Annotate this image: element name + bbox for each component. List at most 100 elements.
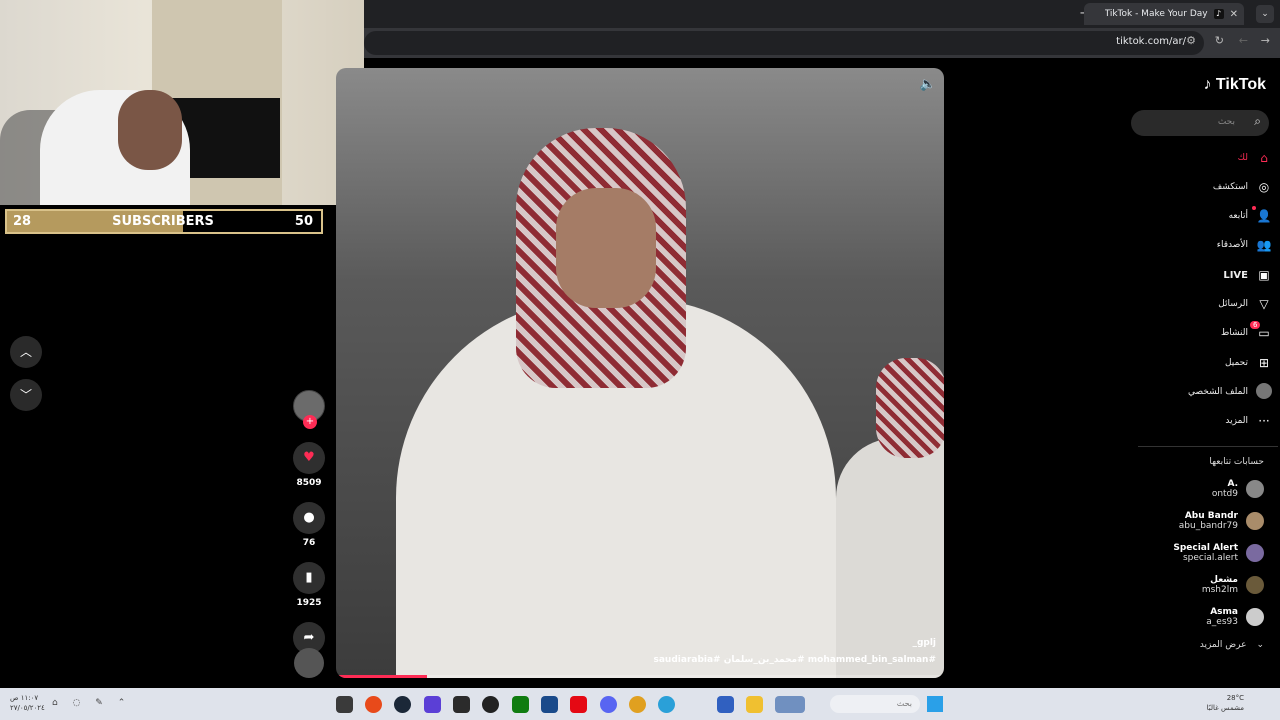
close-tab-icon[interactable]: ✕ (1230, 9, 1238, 20)
url-text[interactable]: tiktok.com/ar/ (1116, 36, 1186, 47)
followed-account[interactable]: مشعل msh2lm (1130, 571, 1280, 599)
sidebar-item-foryou[interactable]: لك ⌂ (1130, 146, 1280, 170)
terminal-icon[interactable] (453, 696, 470, 713)
webcam-person-head (118, 90, 182, 170)
taskbar-clock[interactable]: ١١:٠٧ ص ٢٧/٠٥/٢٠٢٤ (10, 693, 45, 713)
file-explorer-icon[interactable] (746, 696, 763, 713)
sidebar-item-messages[interactable]: الرسائل ▽ (1130, 292, 1280, 316)
save-count: 1925 (296, 598, 322, 608)
account-avatar (1246, 544, 1264, 562)
xbox-icon[interactable] (512, 696, 529, 713)
sidebar: ♪ TikTok بحث ⌕ لك ⌂ استكشف ◎ أتابعه 👤 ال… (1130, 68, 1280, 684)
following-icon: 👤 (1252, 206, 1272, 223)
telegram-icon[interactable] (658, 696, 675, 713)
live-icon: ▣ (1258, 268, 1270, 282)
sidebar-item-label: النشاط (1220, 328, 1248, 338)
sidebar-item-label: الملف الشخصي (1188, 387, 1248, 397)
browser-tab[interactable]: ✕ ♪ TikTok - Make Your Day (1084, 3, 1244, 25)
site-settings-icon[interactable]: ⚙ (1186, 34, 1196, 47)
subscriber-current: 28 (13, 214, 32, 229)
tiktok-favicon-icon: ♪ (1213, 9, 1224, 19)
heart-icon: ♥ (303, 450, 315, 465)
sidebar-item-friends[interactable]: الأصدقاء 👥 (1130, 233, 1280, 257)
netflix-icon[interactable] (570, 696, 587, 713)
brave-icon[interactable] (365, 696, 382, 713)
friends-icon: 👥 (1256, 238, 1272, 252)
sidebar-item-following[interactable]: أتابعه 👤 (1130, 204, 1280, 228)
steam-icon[interactable] (394, 696, 411, 713)
app-icon[interactable] (482, 696, 499, 713)
more-icon: ··· (1258, 414, 1270, 428)
taskbar-search[interactable]: بحث (830, 695, 920, 713)
sidebar-item-label: المزيد (1225, 416, 1248, 426)
chrome-icon[interactable] (629, 696, 646, 713)
reload-icon[interactable]: ↻ (1215, 34, 1224, 47)
tab-search-icon[interactable]: ⌄ (1256, 5, 1274, 23)
followed-account[interactable]: A. ontd9 (1130, 475, 1280, 503)
windows-start-icon[interactable] (927, 696, 943, 712)
sidebar-item-label: لك (1237, 153, 1248, 163)
search-input[interactable]: بحث ⌕ (1131, 110, 1269, 136)
account-name: مشعل (1210, 575, 1238, 585)
share-icon: ➦ (303, 630, 315, 645)
followed-account[interactable]: Special Alert special.alert (1130, 539, 1280, 567)
profile-icon (1256, 382, 1272, 402)
following-accounts-title: حسابات تتابعها (1209, 457, 1264, 467)
account-name: Abu Bandr (1184, 511, 1238, 521)
sidebar-item-label: LIVE (1223, 269, 1248, 281)
app-icon[interactable] (424, 696, 441, 713)
next-video-button[interactable]: ﹀ (10, 379, 42, 411)
account-name: Asma (1210, 607, 1238, 617)
sidebar-item-label: الرسائل (1218, 299, 1248, 309)
forward-icon[interactable]: ← (1239, 34, 1248, 47)
see-more-button[interactable]: عرض المزيد ⌄ (1200, 640, 1264, 650)
weather-temp: 28°C (1226, 694, 1244, 702)
account-name: Special Alert (1173, 543, 1238, 553)
browser-tabstrip: + ✕ ♪ TikTok - Make Your Day ⌄ (364, 0, 1280, 28)
taskbar: ١١:٠٧ ص ٢٧/٠٥/٢٠٢٤ ⌂ ◌ ✎ ⌃ بحث 28°C مشمس… (0, 688, 1280, 720)
weather-widget[interactable]: 28°C مشمس غالبًا (1207, 693, 1244, 713)
tiktok-logo[interactable]: ♪ TikTok (1203, 76, 1266, 94)
music-disc-avatar[interactable] (294, 648, 324, 678)
app-icon[interactable] (775, 696, 805, 713)
video-player[interactable]: 🔈 _gplj saudiarabia# محمد_بن_سلمان# moha… (336, 68, 944, 678)
previous-video-button[interactable]: ︿ (10, 336, 42, 368)
video-author[interactable]: _gplj (912, 638, 936, 648)
comment-button[interactable]: ● (293, 502, 325, 534)
discord-icon[interactable] (600, 696, 617, 713)
subscriber-goal-bar: 28 SUBSCRIBERS 50 (5, 209, 323, 234)
followed-account[interactable]: Asma a_es93 (1130, 603, 1280, 631)
sidebar-item-label: أتابعه (1228, 211, 1248, 221)
creator-avatar[interactable]: + (293, 390, 325, 429)
video-progress-bar[interactable] (336, 675, 944, 678)
sidebar-item-label: الأصدقاء (1216, 240, 1248, 250)
address-bar[interactable] (364, 31, 1204, 55)
system-tray[interactable]: ⌂ ◌ ✎ ⌃ (52, 698, 131, 708)
sidebar-item-profile[interactable]: الملف الشخصي (1130, 380, 1280, 404)
subscriber-goal: 50 (294, 214, 313, 229)
notification-dot (1252, 206, 1256, 210)
back-icon[interactable]: → (1261, 34, 1270, 47)
video-hashtags[interactable]: saudiarabia# محمد_بن_سلمان# mohammed_bin… (654, 655, 937, 665)
save-button[interactable]: ▮ (293, 562, 325, 594)
home-icon: ⌂ (1260, 151, 1268, 165)
account-avatar (1246, 608, 1264, 626)
like-button[interactable]: ♥ (293, 442, 325, 474)
sidebar-item-activity[interactable]: النشاط 6 ▭ (1130, 321, 1280, 345)
followed-account[interactable]: Abu Bandr abu_bandr79 (1130, 507, 1280, 535)
clock-time: ١١:٠٧ ص (10, 694, 39, 702)
sidebar-item-upload[interactable]: تحميل ⊞ (1130, 351, 1280, 375)
follow-plus-icon[interactable]: + (303, 415, 317, 429)
app-icon[interactable] (336, 696, 353, 713)
sidebar-item-explore[interactable]: استكشف ◎ (1130, 175, 1280, 199)
volume-icon[interactable]: 🔈 (920, 77, 936, 92)
search-icon[interactable]: ⌕ (1254, 114, 1261, 129)
account-handle: ontd9 (1211, 489, 1238, 499)
sidebar-item-more[interactable]: المزيد ··· (1130, 409, 1280, 433)
photos-icon[interactable] (541, 696, 558, 713)
app-icon[interactable] (717, 696, 734, 713)
subscriber-label: SUBSCRIBERS (112, 214, 214, 229)
video-actions: + ♥ 8509 ● 76 ▮ 1925 ➦ 1021 (290, 390, 328, 668)
account-handle: a_es93 (1206, 617, 1238, 627)
sidebar-item-live[interactable]: LIVE ▣ (1130, 263, 1280, 287)
